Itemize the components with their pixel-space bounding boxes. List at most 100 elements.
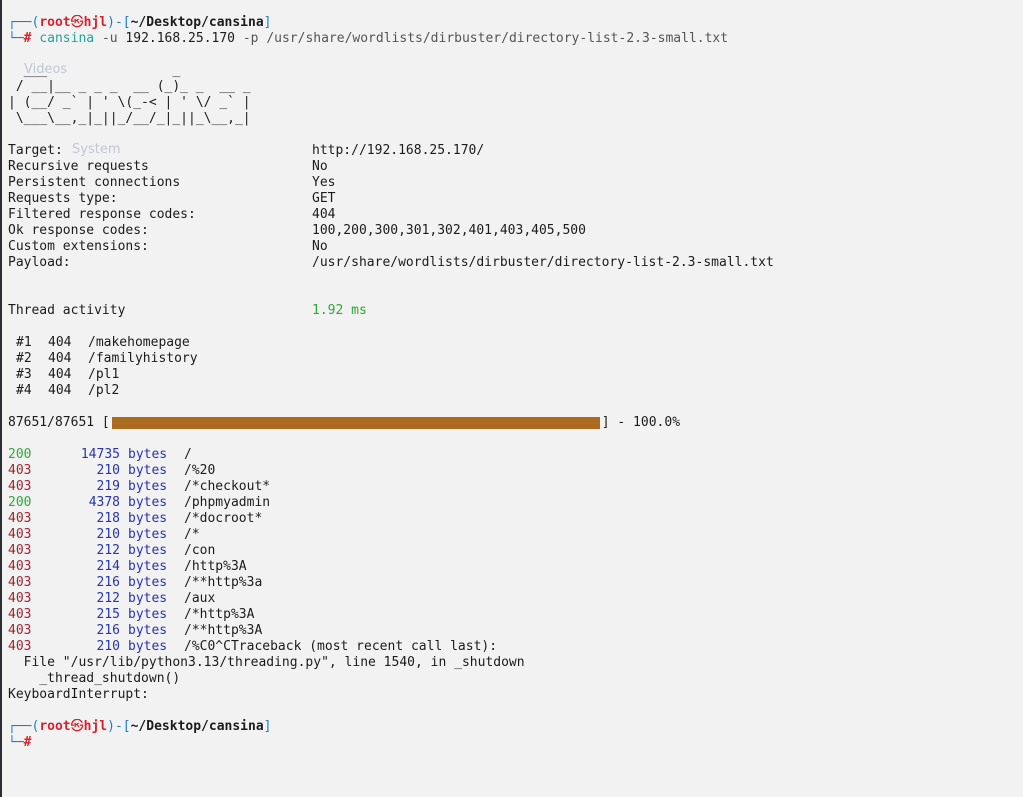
terminal-window[interactable]: { "prompt": { "frame_open": "┌──(", "use… bbox=[0, 0, 1023, 797]
thread-row: #2 404/familyhistory bbox=[8, 351, 1023, 367]
config-row-payload: Payload: /usr/share/wordlists/dirbuster/d… bbox=[8, 255, 1023, 271]
input-line[interactable]: └─# bbox=[8, 735, 1023, 751]
thread-code: 404 bbox=[48, 383, 72, 398]
result-path: /*docroot* bbox=[184, 511, 263, 526]
thread-row: #3 404/pl1 bbox=[8, 367, 1023, 383]
result-unit: bytes bbox=[128, 495, 168, 510]
config-key: Persistent connections bbox=[8, 175, 181, 190]
result-row: 200 4378 bytes/phpmyadmin bbox=[8, 495, 1023, 511]
result-status: 403 bbox=[8, 559, 32, 574]
result-status: 403 bbox=[8, 607, 32, 622]
result-path: /*checkout* bbox=[184, 479, 271, 494]
result-status: 403 bbox=[8, 511, 32, 526]
command-line: └─# cansina -u 192.168.25.170 -p /usr/sh… bbox=[8, 31, 1023, 47]
result-row: 403 216 bytes /**http%3a bbox=[8, 575, 1023, 591]
config-key: Custom extensions: bbox=[8, 239, 149, 254]
skull-icon: ㉿ bbox=[70, 15, 84, 30]
result-unit: bytes bbox=[128, 639, 168, 654]
result-path: /%20 bbox=[184, 463, 216, 478]
result-path: / bbox=[184, 447, 192, 462]
thread-code: 404 bbox=[48, 367, 72, 382]
result-path: /http%3A bbox=[184, 559, 247, 574]
prompt-user: root bbox=[39, 719, 71, 734]
prompt-frame: ┌──( bbox=[8, 719, 40, 734]
result-unit: bytes bbox=[128, 479, 168, 494]
progress-row: 87651/87651 [] - 100.0% bbox=[8, 415, 1023, 431]
result-row: 403 212 bytes/con bbox=[8, 543, 1023, 559]
config-key: Filtered response codes: bbox=[8, 207, 196, 222]
progress-bar-fill bbox=[111, 417, 600, 429]
config-value: /usr/share/wordlists/dirbuster/directory… bbox=[312, 255, 774, 270]
config-row-ok-codes: Ok response codes: 100,200,300,301,302,40… bbox=[8, 223, 1023, 239]
result-size: 4378 bbox=[88, 495, 120, 510]
result-unit: bytes bbox=[128, 447, 168, 462]
prompt-frame-bottom: └─ bbox=[8, 735, 24, 750]
result-unit: bytes bbox=[128, 511, 168, 526]
result-size: 212 bbox=[96, 543, 120, 558]
result-status: 403 bbox=[8, 543, 32, 558]
result-unit: bytes bbox=[128, 527, 168, 542]
config-key: Target: bbox=[8, 143, 63, 158]
progress-bracket-close: ] bbox=[601, 415, 610, 430]
config-key: Recursive requests bbox=[8, 159, 149, 174]
command-flag-p: -p bbox=[242, 31, 259, 46]
config-value: 404 bbox=[312, 207, 336, 222]
prompt-frame-close: ] bbox=[263, 719, 272, 734]
banner-line-2: / __|__ _ _ _ __ (_)_ _ __ _ bbox=[8, 79, 251, 94]
result-unit: bytes bbox=[128, 543, 168, 558]
banner-line-4: \___\__,_|_||_/__/_|_||_\__,_| bbox=[8, 111, 251, 126]
result-row: 403 210 bytes /%20 bbox=[8, 463, 1023, 479]
config-value: Yes bbox=[312, 175, 336, 190]
result-unit: bytes bbox=[128, 575, 168, 590]
thread-path: /familyhistory bbox=[88, 351, 198, 366]
result-size: 216 bbox=[96, 623, 120, 638]
result-path: /**http%3a bbox=[184, 575, 263, 590]
result-status: 403 bbox=[8, 479, 32, 494]
config-key: Requests type: bbox=[8, 191, 118, 206]
thread-number: #1 bbox=[16, 335, 32, 350]
traceback-line: File "/usr/lib/python3.13/threading.py",… bbox=[8, 655, 525, 670]
result-row: 403 214 bytes/http%3A bbox=[8, 559, 1023, 575]
result-size: 219 bbox=[96, 479, 120, 494]
config-key: Payload: bbox=[8, 255, 71, 270]
config-key: Ok response codes: bbox=[8, 223, 149, 238]
thread-row: #1 404/makehomepage bbox=[8, 335, 1023, 351]
thread-code: 404 bbox=[48, 351, 72, 366]
prompt-user: root bbox=[39, 15, 71, 30]
result-size: 212 bbox=[96, 591, 120, 606]
progress-bar bbox=[111, 417, 600, 429]
command-wordlist: /usr/share/wordlists/dirbuster/directory… bbox=[266, 31, 729, 46]
result-unit: bytes bbox=[128, 623, 168, 638]
result-status: 403 bbox=[8, 575, 32, 590]
prompt-frame-close: ] bbox=[263, 15, 272, 30]
result-status: 200 bbox=[8, 495, 32, 510]
thread-number: #3 bbox=[16, 367, 32, 382]
prompt-host: hjl bbox=[83, 719, 108, 734]
result-status: 403 bbox=[8, 463, 32, 478]
thread-path: /pl1 bbox=[88, 367, 120, 382]
result-row: 403 216 bytes /**http%3A bbox=[8, 623, 1023, 639]
prompt-hash: # bbox=[23, 735, 32, 750]
result-status: 403 bbox=[8, 527, 32, 542]
result-unit: bytes bbox=[128, 607, 168, 622]
progress-percent: - 100.0% bbox=[617, 415, 681, 430]
result-status: 403 bbox=[8, 591, 32, 606]
result-path: /%C0^CTraceback (most recent call last): bbox=[184, 639, 498, 654]
thread-activity-label: Thread activity bbox=[8, 303, 126, 318]
command-url: 192.168.25.170 bbox=[125, 31, 235, 46]
traceback-line: KeyboardInterrupt: bbox=[8, 687, 149, 702]
command-flag-u: -u bbox=[101, 31, 118, 46]
thread-path: /pl2 bbox=[88, 383, 120, 398]
result-path: /con bbox=[184, 543, 216, 558]
results-list: 200 14735 bytes / 403 210 bytes /%20 403 219 bytes… bbox=[8, 447, 1023, 655]
result-path: /*http%3A bbox=[184, 607, 255, 622]
result-unit: bytes bbox=[128, 591, 168, 606]
result-path: /phpmyadmin bbox=[184, 495, 271, 510]
banner-line-1: ___ _ bbox=[8, 63, 181, 78]
skull-icon: ㉿ bbox=[70, 719, 84, 734]
progress-bracket-open: [ bbox=[101, 415, 110, 430]
result-row: 403 212 bytes/aux bbox=[8, 591, 1023, 607]
thread-path: /makehomepage bbox=[88, 335, 190, 350]
prompt-frame-mid: )-[ bbox=[107, 719, 131, 734]
result-size: 14735 bbox=[80, 447, 120, 462]
